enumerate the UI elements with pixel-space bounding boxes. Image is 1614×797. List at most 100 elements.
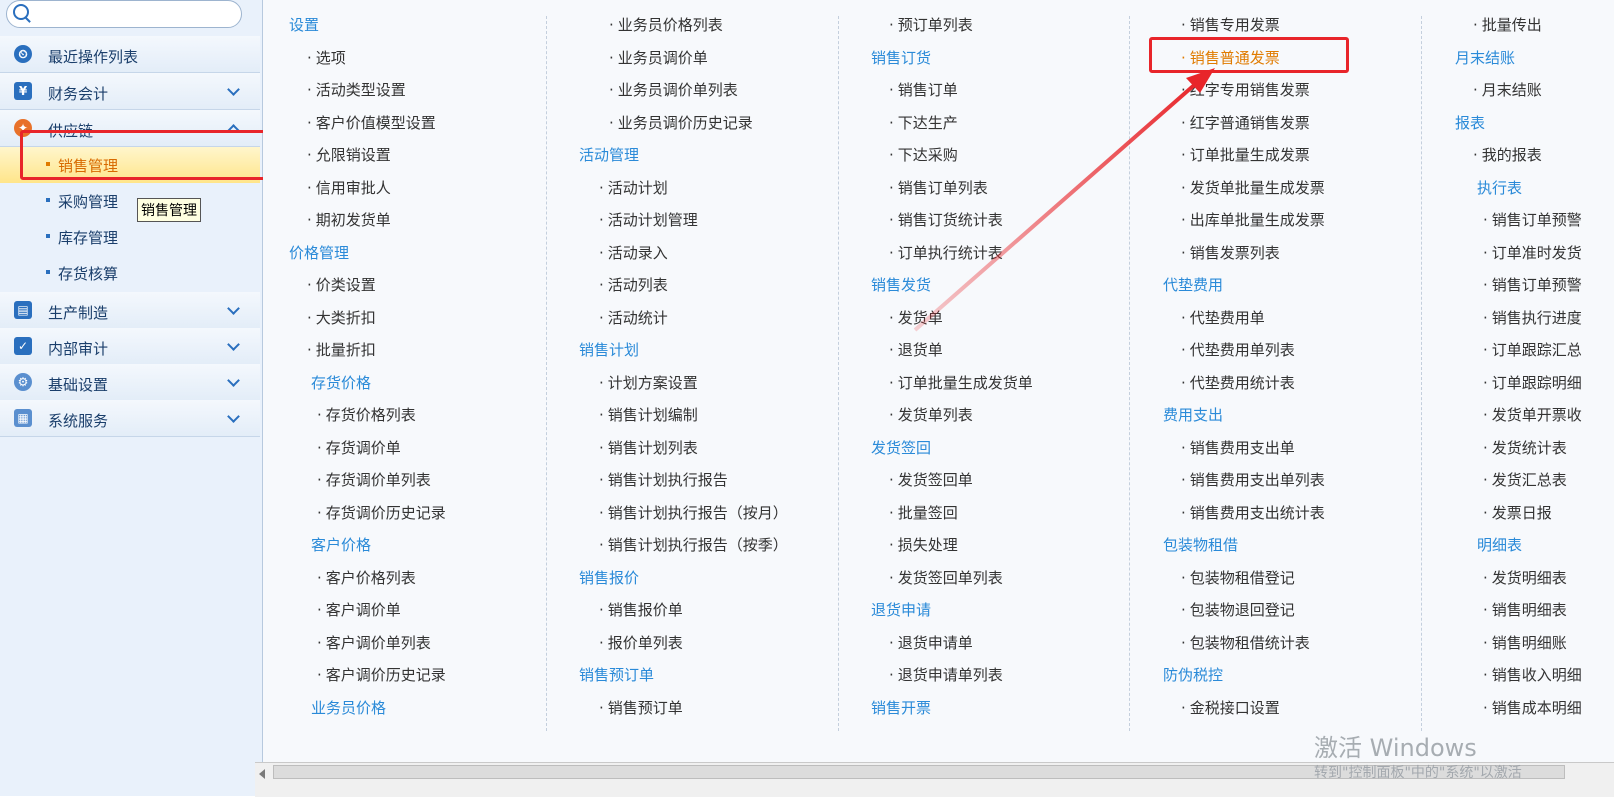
menu-link[interactable]: 订单执行统计表 — [889, 242, 1003, 263]
menu-link[interactable]: 销售费用支出单 — [1181, 437, 1295, 458]
menu-link[interactable]: 客户调价历史记录 — [317, 664, 446, 685]
menu-link[interactable]: 销售订单 — [889, 79, 958, 100]
menu-link[interactable]: 预订单列表 — [889, 14, 973, 35]
menu-link[interactable]: 损失处理 — [889, 534, 958, 555]
menu-link[interactable]: 存货调价历史记录 — [317, 502, 446, 523]
menu-link[interactable]: 存货调价单列表 — [317, 469, 431, 490]
menu-link[interactable]: 报价单列表 — [599, 632, 683, 653]
menu-link[interactable]: 业务员价格列表 — [609, 14, 723, 35]
menu-link[interactable]: 大类折扣 — [307, 307, 376, 328]
sub-purchase-management[interactable]: 采购管理 — [0, 183, 260, 219]
menu-link[interactable]: 包装物租借统计表 — [1181, 632, 1310, 653]
menu-link[interactable]: 销售明细账 — [1483, 632, 1567, 653]
category-return-request[interactable]: 退货申请 — [871, 599, 931, 620]
menu-link[interactable]: 销售计划编制 — [599, 404, 698, 425]
category-sales-invoicing[interactable]: 销售开票 — [871, 697, 931, 718]
menu-link[interactable]: 信用审批人 — [307, 177, 391, 198]
menu-link[interactable]: 销售订单预警 — [1483, 209, 1582, 230]
category-sales-quote[interactable]: 销售报价 — [579, 567, 639, 588]
menu-link[interactable]: 下达生产 — [889, 112, 958, 133]
menu-link[interactable]: 发货单 — [889, 307, 943, 328]
menu-link[interactable]: 客户价值模型设置 — [307, 112, 436, 133]
menu-link[interactable]: 发货汇总表 — [1483, 469, 1567, 490]
menu-link[interactable]: 销售报价单 — [599, 599, 683, 620]
menu-link[interactable]: 销售计划执行报告（按月） — [599, 502, 788, 523]
category-month-end[interactable]: 月末结账 — [1455, 47, 1515, 68]
menu-link[interactable]: 允限销设置 — [307, 144, 391, 165]
menu-link[interactable]: 红字专用销售发票 — [1181, 79, 1310, 100]
menu-link[interactable]: 存货价格列表 — [317, 404, 416, 425]
menu-link[interactable]: 发货单列表 — [889, 404, 973, 425]
menu-link[interactable]: 批量折扣 — [307, 339, 376, 360]
category-settings[interactable]: 设置 — [289, 14, 319, 35]
menu-link[interactable]: 业务员调价单 — [609, 47, 708, 68]
nav-audit[interactable]: ✓ 内部审计 — [0, 328, 260, 365]
menu-link[interactable]: 价类设置 — [307, 274, 376, 295]
menu-link[interactable]: 我的报表 — [1473, 144, 1542, 165]
nav-recent[interactable]: ⏲ 最近操作列表 — [0, 36, 260, 73]
menu-link[interactable]: 下达采购 — [889, 144, 958, 165]
sub-inventory-accounting[interactable]: 存货核算 — [0, 255, 260, 291]
menu-link[interactable]: 业务员调价单列表 — [609, 79, 738, 100]
scroll-left-icon[interactable] — [259, 769, 265, 779]
menu-link[interactable]: 销售执行进度 — [1483, 307, 1582, 328]
menu-link[interactable]: 活动类型设置 — [307, 79, 406, 100]
menu-link[interactable]: 销售订单列表 — [889, 177, 988, 198]
menu-link[interactable]: 销售专用发票 — [1181, 14, 1280, 35]
category-customer-price[interactable]: 客户价格 — [311, 534, 371, 555]
category-expense[interactable]: 费用支出 — [1163, 404, 1223, 425]
menu-link[interactable]: 发货单批量生成发票 — [1181, 177, 1325, 198]
menu-link[interactable]: 业务员调价历史记录 — [609, 112, 753, 133]
menu-link[interactable]: 销售发票列表 — [1181, 242, 1280, 263]
menu-link[interactable]: 计划方案设置 — [599, 372, 698, 393]
menu-link[interactable]: 批量传出 — [1473, 14, 1542, 35]
category-reports[interactable]: 报表 — [1455, 112, 1485, 133]
menu-link[interactable]: 活动计划 — [599, 177, 668, 198]
menu-link[interactable]: 发货签回单列表 — [889, 567, 1003, 588]
menu-link[interactable]: 客户调价单 — [317, 599, 401, 620]
menu-link[interactable]: 销售计划列表 — [599, 437, 698, 458]
search-icon[interactable] — [13, 4, 29, 20]
nav-basic-settings[interactable]: ⚙ 基础设置 — [0, 364, 260, 401]
menu-link[interactable]: 销售收入明细 — [1483, 664, 1582, 685]
menu-link[interactable]: 包装物退回登记 — [1181, 599, 1295, 620]
menu-link[interactable]: 金税接口设置 — [1181, 697, 1280, 718]
menu-link[interactable]: 包装物租借登记 — [1181, 567, 1295, 588]
menu-link[interactable]: 活动录入 — [599, 242, 668, 263]
menu-link[interactable]: 发票日报 — [1483, 502, 1552, 523]
category-execution-reports[interactable]: 执行表 — [1477, 177, 1522, 198]
category-detail-reports[interactable]: 明细表 — [1477, 534, 1522, 555]
menu-link[interactable]: 存货调价单 — [317, 437, 401, 458]
category-anti-counterfeit-tax[interactable]: 防伪税控 — [1163, 664, 1223, 685]
menu-link[interactable]: 代垫费用单列表 — [1181, 339, 1295, 360]
category-delivery-signback[interactable]: 发货签回 — [871, 437, 931, 458]
nav-production[interactable]: ▤ 生产制造 — [0, 292, 260, 329]
menu-link[interactable]: 销售明细表 — [1483, 599, 1567, 620]
menu-link[interactable]: 订单跟踪汇总 — [1483, 339, 1582, 360]
category-salesperson-price[interactable]: 业务员价格 — [311, 697, 386, 718]
menu-link[interactable]: 出库单批量生成发票 — [1181, 209, 1325, 230]
menu-link[interactable]: 退货单 — [889, 339, 943, 360]
category-sales-preorder[interactable]: 销售预订单 — [579, 664, 654, 685]
menu-link[interactable]: 红字普通销售发票 — [1181, 112, 1310, 133]
nav-finance[interactable]: ¥ 财务会计 — [0, 73, 260, 110]
menu-link[interactable]: 订单跟踪明细 — [1483, 372, 1582, 393]
search-input[interactable] — [6, 0, 242, 28]
menu-link[interactable]: 发货明细表 — [1483, 567, 1567, 588]
menu-link[interactable]: 订单批量生成发票 — [1181, 144, 1310, 165]
menu-link[interactable]: 期初发货单 — [307, 209, 391, 230]
sub-inventory-management[interactable]: 库存管理 — [0, 219, 260, 255]
menu-link[interactable]: 活动列表 — [599, 274, 668, 295]
category-packaging-lease[interactable]: 包装物租借 — [1163, 534, 1238, 555]
menu-link[interactable]: 发货统计表 — [1483, 437, 1567, 458]
menu-link[interactable]: 活动统计 — [599, 307, 668, 328]
menu-link[interactable]: 销售成本明细 — [1483, 697, 1582, 718]
menu-link[interactable]: 销售计划执行报告 — [599, 469, 728, 490]
menu-link[interactable]: 代垫费用单 — [1181, 307, 1265, 328]
category-sales-plan[interactable]: 销售计划 — [579, 339, 639, 360]
menu-link[interactable]: 订单批量生成发货单 — [889, 372, 1033, 393]
menu-link[interactable]: 销售费用支出统计表 — [1181, 502, 1325, 523]
menu-link[interactable]: 选项 — [307, 47, 346, 68]
menu-link[interactable]: 代垫费用统计表 — [1181, 372, 1295, 393]
category-advance-fees[interactable]: 代垫费用 — [1163, 274, 1223, 295]
